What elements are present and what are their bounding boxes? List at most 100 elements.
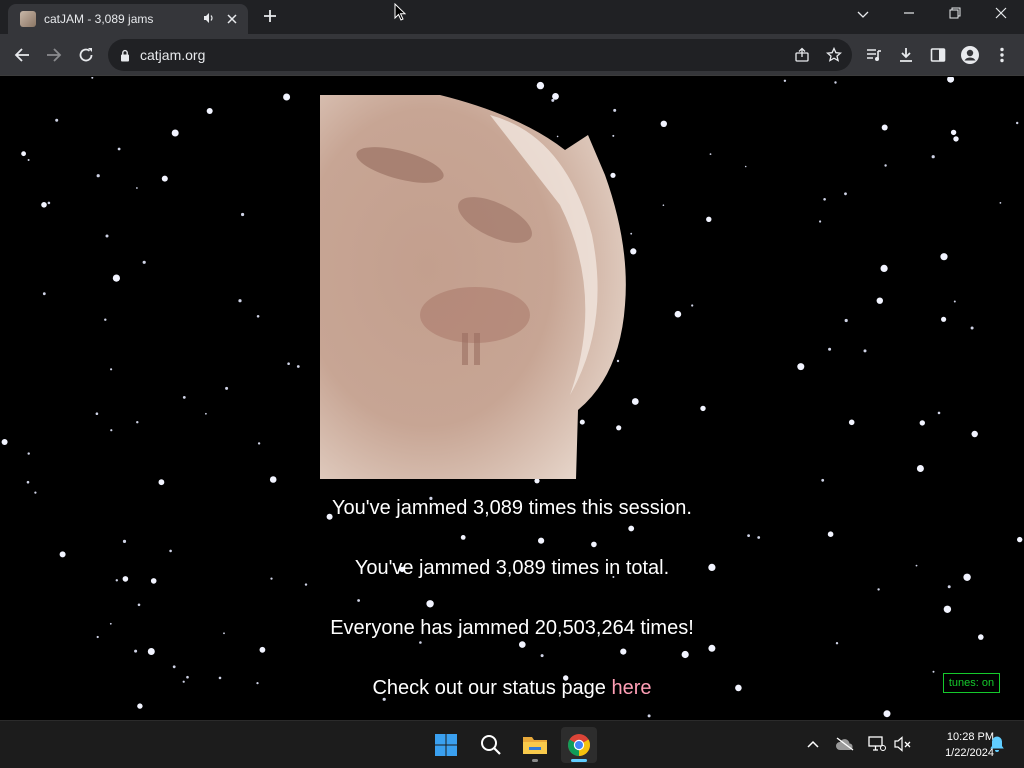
session-jams-text: You've jammed 3,089 times this session. — [332, 497, 692, 519]
close-window-icon[interactable] — [978, 0, 1024, 30]
snowflake — [877, 588, 880, 591]
snowflake — [662, 204, 665, 206]
plus-icon[interactable] — [258, 5, 282, 29]
profile-icon[interactable] — [956, 41, 984, 69]
catjam-image — [320, 95, 626, 479]
arrow-left-icon[interactable] — [8, 41, 36, 69]
catjam-page: You've jammed 3,089 times this session. … — [0, 77, 1024, 720]
snowflake — [34, 491, 37, 494]
snowflake — [709, 153, 712, 155]
windows-logo-icon[interactable] — [428, 727, 464, 763]
snowflake — [287, 362, 290, 366]
snowflake — [137, 603, 141, 607]
snowflake — [834, 81, 837, 84]
arrow-right-icon[interactable] — [40, 41, 68, 69]
snowflake — [110, 368, 113, 371]
download-icon[interactable] — [892, 41, 920, 69]
snowflake — [932, 670, 935, 673]
snowflake — [304, 583, 308, 586]
snowflake — [835, 642, 839, 645]
browser-toolbar: catjam.org — [0, 34, 1024, 76]
snowflake — [747, 534, 750, 537]
search-icon[interactable] — [473, 727, 509, 763]
snowflake — [647, 714, 651, 718]
snowflake — [257, 442, 261, 445]
snowflake — [27, 452, 30, 455]
snowflake — [863, 349, 867, 353]
close-icon[interactable] — [224, 11, 240, 27]
active-indicator — [571, 759, 587, 762]
restore-icon[interactable] — [932, 0, 978, 30]
tunes-toggle[interactable]: tunes: on — [943, 673, 1000, 693]
snowflake — [27, 159, 30, 161]
browser-tab[interactable]: catJAM - 3,089 jams — [8, 4, 248, 34]
snowflake — [426, 600, 434, 608]
cloud-off-icon[interactable] — [834, 733, 856, 755]
snowflake — [844, 192, 847, 196]
side-panel-icon[interactable] — [924, 41, 952, 69]
snowflake — [26, 480, 30, 484]
snowflake — [104, 318, 107, 321]
media-control-icon[interactable] — [860, 41, 888, 69]
snowflake — [169, 549, 172, 553]
snowflake — [947, 585, 951, 589]
network-icon[interactable] — [866, 733, 888, 755]
star-icon[interactable] — [822, 43, 846, 67]
snowflake — [591, 541, 597, 548]
clock-date: 1/22/2024 — [945, 747, 994, 759]
snowflake — [916, 465, 924, 472]
snowflake — [828, 347, 832, 351]
chevron-down-icon[interactable] — [840, 0, 886, 30]
snowflake — [91, 77, 94, 79]
snowflake — [536, 81, 545, 90]
system-clock[interactable]: 10:28 PM 1/22/2024 — [918, 729, 994, 761]
snowflake — [971, 430, 978, 438]
folder-icon[interactable] — [517, 727, 553, 763]
snowflake — [620, 648, 627, 655]
mouse-pointer-icon — [394, 3, 406, 21]
url-text[interactable]: catjam.org — [140, 47, 205, 63]
snowflake — [821, 478, 825, 482]
snowflake — [205, 412, 207, 415]
snowflake — [630, 232, 633, 235]
snowflake — [708, 644, 716, 652]
snowflake — [674, 310, 682, 318]
snowflake — [538, 537, 545, 544]
snowflake — [269, 476, 277, 483]
bell-icon[interactable] — [986, 733, 1008, 755]
reload-icon[interactable] — [72, 41, 100, 69]
snowflake — [848, 419, 855, 426]
snowflake — [757, 536, 761, 539]
speaker-icon[interactable] — [202, 12, 216, 27]
snowflake — [238, 299, 242, 303]
snowflake — [823, 198, 826, 201]
lock-icon[interactable] — [120, 49, 130, 62]
snowflake — [122, 539, 127, 543]
snowflake — [55, 118, 59, 122]
snowflake — [783, 79, 787, 82]
snowflake — [540, 654, 544, 658]
volume-muted-icon[interactable] — [892, 733, 914, 755]
address-bar[interactable]: catjam.org — [108, 39, 852, 71]
snowflake — [42, 292, 46, 296]
chrome-icon[interactable] — [561, 727, 597, 763]
status-page-link[interactable]: here — [612, 677, 652, 699]
snowflake — [844, 318, 848, 323]
snowflake — [706, 216, 712, 222]
snowflake — [136, 421, 139, 424]
snowflake — [172, 665, 176, 669]
kebab-menu-icon[interactable] — [988, 41, 1016, 69]
chevron-up-icon[interactable] — [802, 733, 824, 755]
snowflake — [937, 411, 941, 415]
snowflake — [876, 297, 883, 304]
snowflake — [660, 120, 667, 127]
share-icon[interactable] — [790, 43, 814, 67]
snowflake — [943, 605, 952, 613]
snowflake — [460, 535, 466, 540]
windows-taskbar: 10:28 PM 1/22/2024 — [0, 720, 1024, 768]
snowflake — [941, 316, 947, 322]
snowflake — [970, 326, 974, 330]
snowflake — [881, 124, 888, 131]
minimize-icon[interactable] — [886, 0, 932, 30]
snowflake — [953, 300, 956, 303]
